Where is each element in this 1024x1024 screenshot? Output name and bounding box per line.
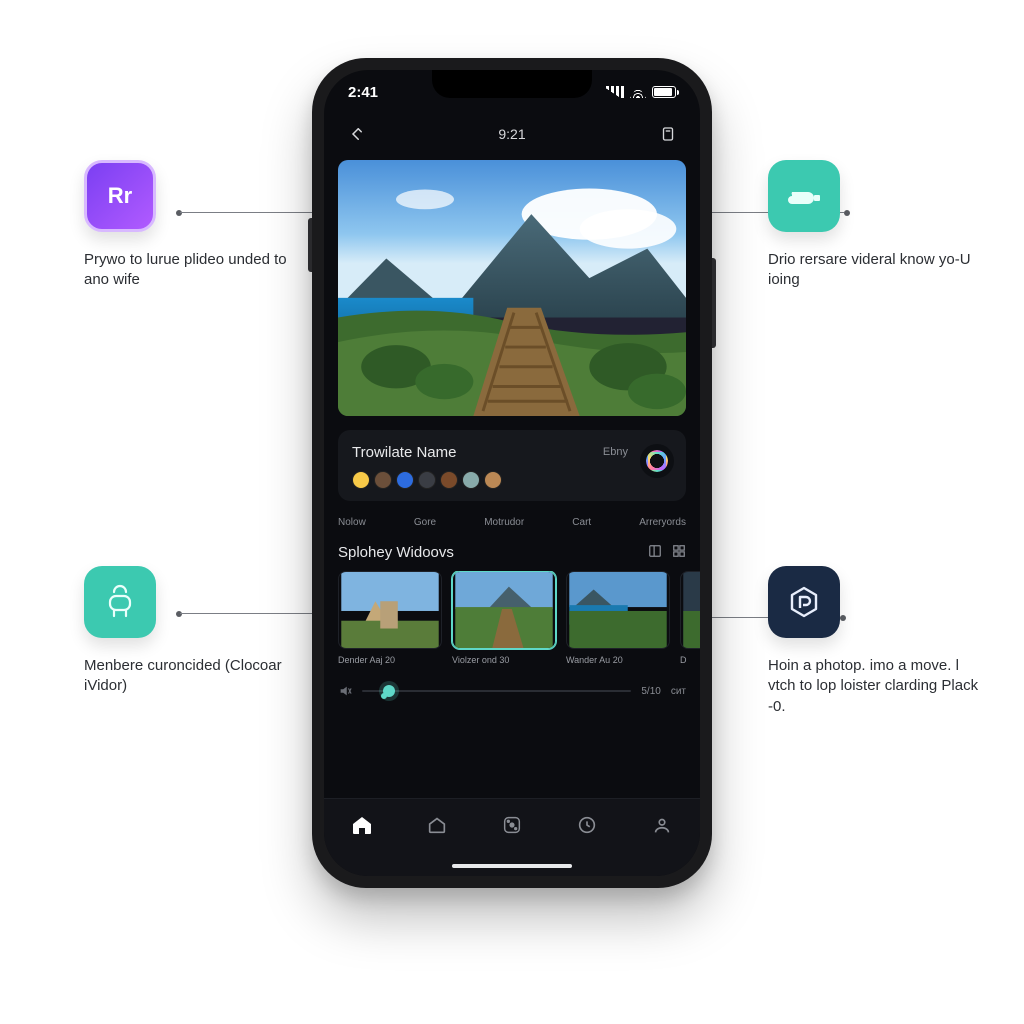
tab-item[interactable]: Motrudor — [484, 517, 524, 528]
nav-activity[interactable] — [573, 811, 601, 839]
nav-home[interactable] — [348, 811, 376, 839]
clip-caption: Wander Au 20 — [566, 655, 670, 665]
callout-text: Drio rersare viderаl know yo-U ioing — [768, 250, 988, 291]
app-header: 9:21 — [324, 114, 700, 154]
tab-item[interactable]: Arreryords — [639, 517, 686, 528]
callout-bottom-right: Hoin a photop. imo a move. l vtch to lop… — [768, 566, 988, 717]
tab-item[interactable]: Cart — [572, 517, 591, 528]
callout-text: Hoin a photop. imo a move. l vtch to lop… — [768, 656, 988, 717]
cellular-signal-icon — [606, 86, 624, 98]
status-time: 2:41 — [348, 84, 378, 101]
premiere-style-icon: Rr — [84, 160, 156, 232]
callout-top-left: Rr Prywo to lurue plideo unded to ano wi… — [84, 160, 304, 291]
callout-top-right: Drio rersare viderаl know yo-U ioing — [768, 160, 988, 291]
callout-bottom-left: Menbere curoncided (Clocoar iVidor) — [84, 566, 304, 697]
nav-profile[interactable] — [648, 811, 676, 839]
timeline-slider[interactable] — [362, 679, 631, 703]
nav-explore[interactable] — [498, 811, 526, 839]
section-title-text: Splohey Widoovs — [338, 544, 454, 561]
clip-thumbnail[interactable]: Wander Au 20 — [566, 571, 670, 665]
avatar[interactable] — [440, 471, 458, 489]
tab-item[interactable]: Nolow — [338, 517, 366, 528]
hero-image[interactable] — [338, 160, 686, 416]
lens-ring-icon — [646, 450, 668, 472]
info-card: Trowilate Name Ebny — [338, 430, 686, 501]
hexagon-p-icon — [768, 566, 840, 638]
clip-thumbnail-selected[interactable]: Violzer ond 30 — [452, 571, 556, 665]
bottom-tab-bar — [324, 798, 700, 876]
clip-caption: Dender Aaj 20 — [338, 655, 442, 665]
phone-screen: 2:41 9:21 — [324, 70, 700, 876]
bookmark-button[interactable] — [656, 122, 680, 146]
avatar[interactable] — [484, 471, 502, 489]
callout-text: Menbere curoncided (Clocoar iVidor) — [84, 656, 304, 697]
color-lens-button[interactable] — [640, 444, 674, 478]
home-indicator — [452, 864, 572, 868]
avatar[interactable] — [396, 471, 414, 489]
phone-device-frame: 2:41 9:21 — [312, 58, 712, 888]
mute-icon[interactable] — [338, 684, 352, 698]
avatar[interactable] — [462, 471, 480, 489]
timeline-slider-row: 5/10 cит — [338, 679, 686, 703]
icon-text: Rr — [108, 183, 132, 209]
avatar[interactable] — [352, 471, 370, 489]
grid-icon[interactable] — [672, 544, 686, 561]
nav-secondary-home[interactable] — [423, 811, 451, 839]
slider-track — [362, 690, 631, 692]
info-badge: Ebny — [603, 446, 628, 458]
bullet-icon — [768, 160, 840, 232]
clip-caption: Violzer ond 30 — [452, 655, 556, 665]
wifi-icon — [630, 86, 646, 98]
clip-caption: D — [680, 655, 700, 665]
clip-thumbnail[interactable]: Dender Aaj 20 — [338, 571, 442, 665]
slider-value-label: 5/10 — [641, 686, 660, 697]
section-header: Splohey Widoovs — [338, 544, 686, 561]
notch — [432, 70, 592, 98]
robot-head-icon — [84, 566, 156, 638]
avatar[interactable] — [374, 471, 392, 489]
tab-item[interactable]: Gore — [414, 517, 436, 528]
clip-thumbnail[interactable]: D — [680, 571, 700, 665]
clip-thumbnails-row: Dender Aaj 20 Violzer ond 30 Wander Au 2… — [338, 571, 700, 665]
callout-text: Prywo to lurue plideo unded to ano wife — [84, 250, 304, 291]
category-tabs: Nolow Gore Motrudor Cart Arreryords — [338, 517, 686, 528]
collaborator-avatars[interactable] — [352, 471, 672, 489]
avatar[interactable] — [418, 471, 436, 489]
header-title: 9:21 — [498, 126, 525, 142]
back-button[interactable] — [344, 122, 368, 146]
slider-end-label: cит — [671, 686, 686, 697]
layout-icon[interactable] — [648, 544, 662, 561]
battery-icon — [652, 86, 676, 98]
